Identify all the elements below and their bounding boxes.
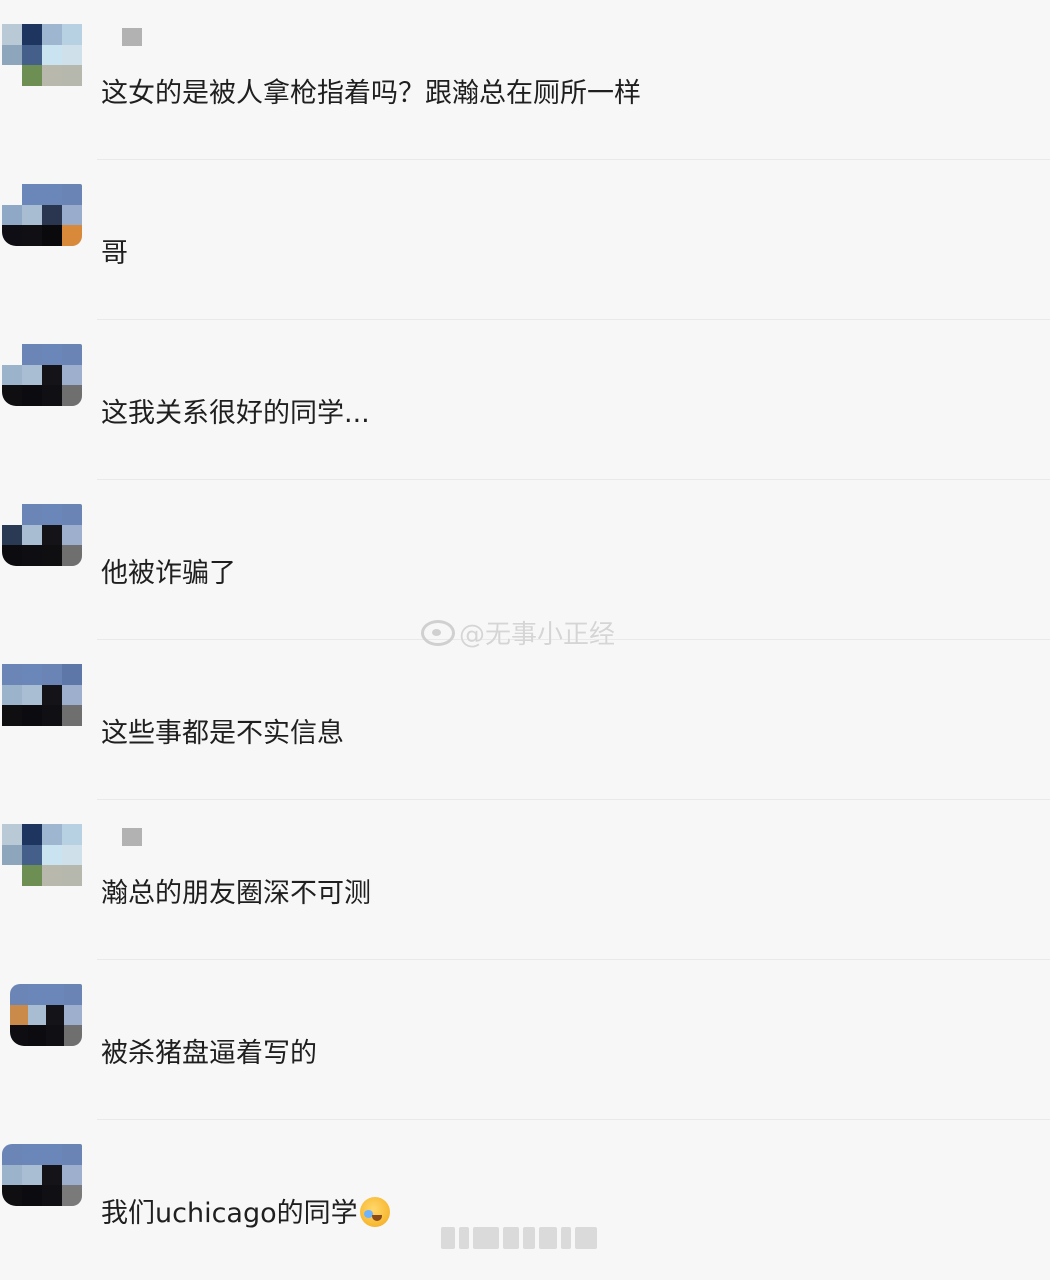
- avatar[interactable]: [2, 824, 82, 886]
- avatar[interactable]: [10, 984, 82, 1046]
- username-redacted: [122, 828, 142, 846]
- comment-item: 瀚总的朋友圈深不可测: [0, 800, 1050, 960]
- comment-text: 这些事都是不实信息: [101, 718, 344, 749]
- comment-item: 我们uchicago的同学: [0, 1120, 1050, 1280]
- avatar[interactable]: [2, 1144, 82, 1206]
- avatar[interactable]: [2, 184, 82, 246]
- comment-item: 这我关系很好的同学...: [0, 320, 1050, 480]
- weibo-icon: [421, 619, 455, 646]
- comment-item: 被杀猪盘逼着写的: [0, 960, 1050, 1120]
- avatar[interactable]: [2, 664, 82, 726]
- comment-text: 我们uchicago的同学: [101, 1196, 390, 1232]
- comment-item: 这些事都是不实信息: [0, 640, 1050, 800]
- comment-text: 瀚总的朋友圈深不可测: [101, 878, 371, 909]
- comment-text: 这女的是被人拿枪指着吗？跟瀚总在厕所一样: [101, 78, 641, 109]
- username-redacted: [122, 28, 142, 46]
- avatar[interactable]: [2, 504, 82, 566]
- watermark: @无事小正经: [421, 614, 615, 651]
- watermark-text: @无事小正经: [459, 620, 616, 650]
- comment-text: 他被诈骗了: [101, 558, 236, 589]
- comment-text-content: 我们uchicago的同学: [101, 1198, 358, 1229]
- comment-text: 这我关系很好的同学...: [101, 398, 370, 429]
- comment-item: 哥: [0, 160, 1050, 320]
- avatar[interactable]: [2, 344, 82, 406]
- comment-item: 这女的是被人拿枪指着吗？跟瀚总在厕所一样: [0, 0, 1050, 160]
- comment-text: 哥: [101, 238, 128, 269]
- comment-text: 被杀猪盘逼着写的: [101, 1038, 317, 1069]
- laughing-crying-emoji-icon: [359, 1197, 390, 1227]
- avatar[interactable]: [2, 24, 82, 86]
- redacted-content: [441, 1224, 613, 1252]
